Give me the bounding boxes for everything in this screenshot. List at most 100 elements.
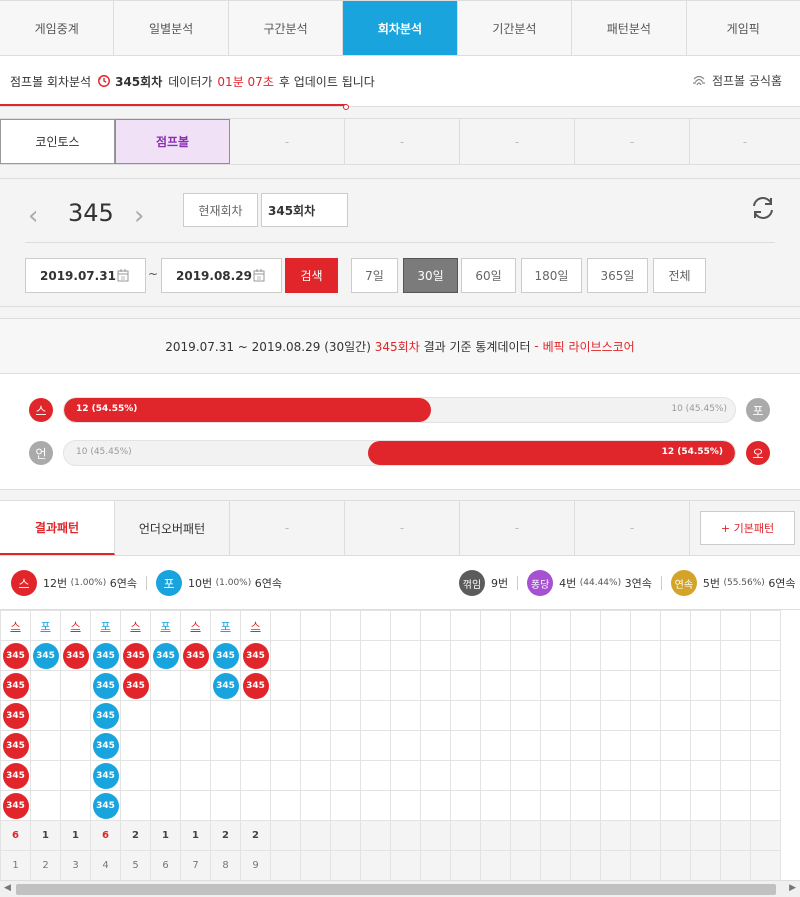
game-tab-6: - bbox=[575, 119, 690, 164]
grid-cell bbox=[390, 730, 421, 761]
grid-cell bbox=[360, 730, 391, 761]
period-button-2[interactable]: 30일 bbox=[403, 258, 458, 293]
grid-cell bbox=[630, 670, 661, 701]
empty-cell bbox=[390, 820, 421, 851]
scroll-left-icon[interactable]: ◀ bbox=[4, 883, 11, 893]
empty-cell bbox=[480, 610, 511, 641]
date-from-field[interactable]: 2019.07.31 bbox=[25, 258, 146, 293]
grid-cell bbox=[420, 700, 451, 731]
grid-cell bbox=[120, 790, 151, 821]
stat-bar-2-right-label: 12 (54.55%) bbox=[661, 447, 723, 457]
horizontal-scrollbar[interactable]: ◀ ▶ bbox=[0, 880, 800, 897]
nav-tab-3[interactable]: 구간분석 bbox=[229, 1, 344, 55]
stats-round: 345회차 bbox=[374, 339, 420, 354]
period-button-1[interactable]: 7일 bbox=[351, 258, 398, 293]
grid-cell bbox=[480, 760, 511, 791]
result-ball: 345 bbox=[62, 642, 89, 669]
grid-cell bbox=[180, 700, 211, 731]
notice-prefix: 점프볼 회차분석 bbox=[10, 74, 92, 89]
date-range-tilde: ~ bbox=[148, 267, 159, 281]
grid-cell bbox=[180, 790, 211, 821]
current-round-button[interactable]: 현재회차 bbox=[183, 193, 258, 227]
empty-cell bbox=[450, 850, 481, 880]
grid-cell bbox=[570, 640, 601, 671]
grid-cell bbox=[480, 640, 511, 671]
grid-cell bbox=[330, 700, 361, 731]
grid-cell bbox=[600, 640, 631, 671]
grid-cell bbox=[270, 640, 301, 671]
grid-cell bbox=[510, 760, 541, 791]
scrollbar-thumb[interactable] bbox=[16, 884, 776, 895]
game-tab-2[interactable]: 점프볼 bbox=[115, 119, 230, 164]
column-index: 5 bbox=[120, 850, 151, 880]
stat-bar-2-left-label: 10 (45.45%) bbox=[76, 447, 132, 457]
grid-cell bbox=[60, 730, 91, 761]
summary-y-pct: (55.56%) bbox=[723, 578, 765, 588]
column-head: 스 bbox=[240, 610, 271, 641]
pattern-summary: 스 12번 (1.00%) 6연속 포 10번 (1.00%) 6연속 꺾임 9… bbox=[0, 557, 800, 610]
empty-cell bbox=[420, 820, 451, 851]
round-controls: ‹ 345 › 현재회차 2019.07.31 ~ 2019.08.29 검색 … bbox=[0, 178, 800, 307]
scroll-right-icon[interactable]: ▶ bbox=[789, 883, 796, 893]
period-button-6[interactable]: 전체 bbox=[653, 258, 706, 293]
result-ball: 345 bbox=[2, 702, 29, 729]
grid-cell: 345 bbox=[150, 640, 181, 671]
date-to-field[interactable]: 2019.08.29 bbox=[161, 258, 282, 293]
nav-tab-1[interactable]: 게임중계 bbox=[0, 1, 115, 55]
calendar-icon bbox=[117, 269, 129, 282]
nav-tab-4[interactable]: 회차분석 bbox=[343, 1, 458, 55]
grid-cell bbox=[330, 640, 361, 671]
empty-cell bbox=[720, 820, 751, 851]
history-clock-icon bbox=[98, 75, 111, 87]
grid-cell bbox=[720, 790, 751, 821]
grid-cell bbox=[300, 790, 331, 821]
grid-cell bbox=[690, 730, 721, 761]
nav-tab-6[interactable]: 패턴분석 bbox=[572, 1, 687, 55]
grid-cell bbox=[570, 730, 601, 761]
grid-cell bbox=[600, 760, 631, 791]
period-button-5[interactable]: 365일 bbox=[587, 258, 648, 293]
grid-cell bbox=[720, 670, 751, 701]
main-nav: 게임중계 일별분석 구간분석 회차분석 기간분석 패턴분석 게임픽 bbox=[0, 0, 800, 56]
grid-cell bbox=[210, 790, 241, 821]
round-input[interactable] bbox=[261, 193, 348, 227]
period-button-3[interactable]: 60일 bbox=[461, 258, 516, 293]
nav-tab-5[interactable]: 기간분석 bbox=[458, 1, 573, 55]
column-head: 포 bbox=[90, 610, 121, 641]
stat-ball-right-1: 포 bbox=[746, 398, 770, 422]
grid-cell bbox=[390, 700, 421, 731]
grid-cell bbox=[750, 640, 781, 671]
column-count: 2 bbox=[210, 820, 241, 851]
official-home-link[interactable]: 점프볼 공식홈 bbox=[691, 72, 782, 89]
pattern-tab-2[interactable]: 언더오버패턴 bbox=[115, 501, 230, 555]
grid-cell bbox=[600, 700, 631, 731]
empty-cell bbox=[360, 610, 391, 641]
grid-cell bbox=[480, 790, 511, 821]
nav-tab-7[interactable]: 게임픽 bbox=[687, 1, 800, 55]
empty-cell bbox=[570, 610, 601, 641]
refresh-icon[interactable] bbox=[750, 195, 776, 221]
grid-cell bbox=[360, 790, 391, 821]
stats-header: 2019.07.31 ~ 2019.08.29 (30일간) 345회차 결과 … bbox=[0, 319, 800, 374]
grid-cell bbox=[690, 790, 721, 821]
basic-pattern-button[interactable]: + 기본패턴 bbox=[700, 511, 795, 545]
search-button[interactable]: 검색 bbox=[285, 258, 338, 293]
pattern-tab-1[interactable]: 결과패턴 bbox=[0, 501, 115, 555]
column-index: 6 bbox=[150, 850, 181, 880]
grid-cell bbox=[660, 700, 691, 731]
grid-cell bbox=[630, 760, 661, 791]
game-tab-1[interactable]: 코인토스 bbox=[0, 119, 115, 164]
grid-cell bbox=[30, 760, 61, 791]
grid-cell bbox=[210, 760, 241, 791]
grid-cell bbox=[210, 730, 241, 761]
period-button-4[interactable]: 180일 bbox=[521, 258, 582, 293]
grid-cell bbox=[720, 640, 751, 671]
date-from-value: 2019.07.31 bbox=[40, 268, 116, 283]
empty-cell bbox=[540, 850, 571, 880]
grid-cell bbox=[540, 700, 571, 731]
nav-tab-2[interactable]: 일별분석 bbox=[114, 1, 229, 55]
grid-cell bbox=[660, 790, 691, 821]
prev-round-icon[interactable]: ‹ bbox=[28, 201, 38, 231]
next-round-icon[interactable]: › bbox=[134, 201, 144, 231]
grid-cell bbox=[360, 760, 391, 791]
